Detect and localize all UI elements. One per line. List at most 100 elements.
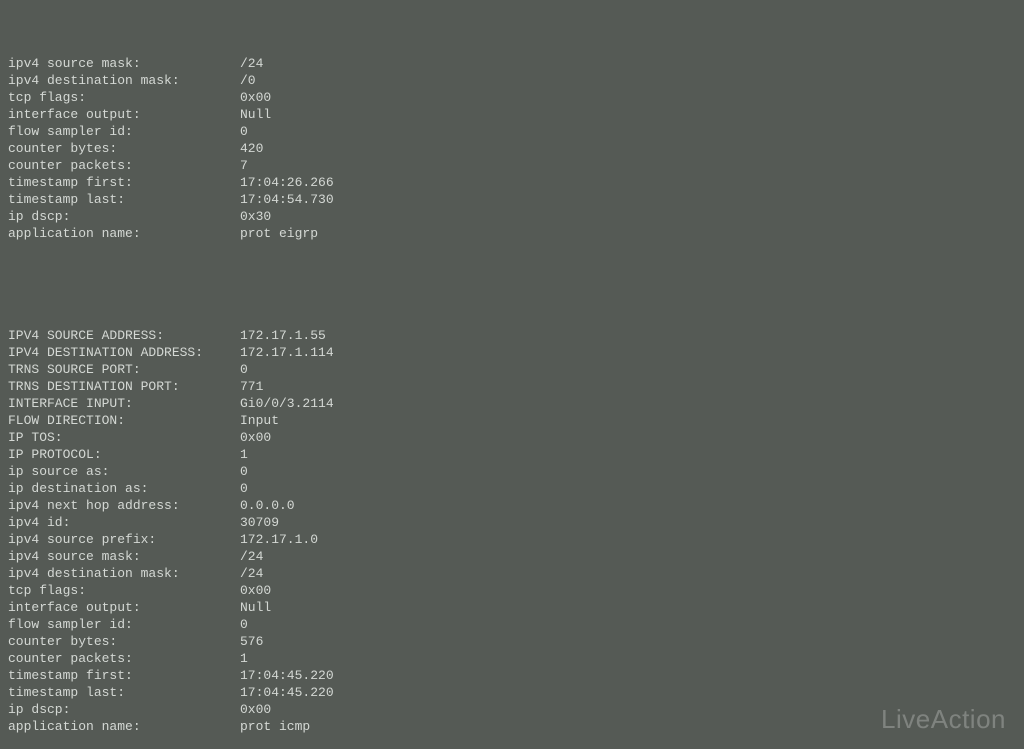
- field-value: /24: [240, 548, 263, 565]
- field-value: Null: [240, 106, 271, 123]
- blank-line: [8, 276, 1016, 293]
- field-label: ip destination as:: [8, 480, 240, 497]
- output-row: timestamp last:17:04:45.220: [8, 684, 1016, 701]
- output-row: IP PROTOCOL:1: [8, 446, 1016, 463]
- output-row: ipv4 source prefix:172.17.1.0: [8, 531, 1016, 548]
- output-row: ipv4 source mask:/24: [8, 55, 1016, 72]
- output-row: counter bytes:420: [8, 140, 1016, 157]
- field-label: application name:: [8, 718, 240, 735]
- field-label: timestamp last:: [8, 191, 240, 208]
- field-value: 0: [240, 463, 248, 480]
- output-row: INTERFACE INPUT:Gi0/0/3.2114: [8, 395, 1016, 412]
- field-value: Null: [240, 599, 271, 616]
- output-row: IPV4 SOURCE ADDRESS:172.17.1.55: [8, 327, 1016, 344]
- field-value: 17:04:54.730: [240, 191, 334, 208]
- field-label: ip dscp:: [8, 208, 240, 225]
- field-label: ipv4 source prefix:: [8, 531, 240, 548]
- output-row: ipv4 destination mask:/0: [8, 72, 1016, 89]
- field-value: 0: [240, 616, 248, 633]
- output-row: tcp flags:0x00: [8, 89, 1016, 106]
- field-value: 1: [240, 650, 248, 667]
- field-value: 0: [240, 361, 248, 378]
- output-row: timestamp first:17:04:26.266: [8, 174, 1016, 191]
- field-label: ipv4 destination mask:: [8, 72, 240, 89]
- field-label: flow sampler id:: [8, 616, 240, 633]
- output-row: application name:prot icmp: [8, 718, 1016, 735]
- output-row: ip destination as:0: [8, 480, 1016, 497]
- field-label: IP PROTOCOL:: [8, 446, 240, 463]
- output-row: application name:prot eigrp: [8, 225, 1016, 242]
- field-value: 172.17.1.55: [240, 327, 326, 344]
- output-row: ipv4 id:30709: [8, 514, 1016, 531]
- field-value: prot eigrp: [240, 225, 318, 242]
- output-row: ipv4 source mask:/24: [8, 548, 1016, 565]
- output-row: tcp flags:0x00: [8, 582, 1016, 599]
- field-value: Input: [240, 412, 279, 429]
- output-row: ip dscp:0x00: [8, 701, 1016, 718]
- field-label: tcp flags:: [8, 89, 240, 106]
- output-row: ip source as:0: [8, 463, 1016, 480]
- output-row: timestamp first:17:04:45.220: [8, 667, 1016, 684]
- field-value: 420: [240, 140, 263, 157]
- field-label: TRNS SOURCE PORT:: [8, 361, 240, 378]
- field-label: timestamp last:: [8, 684, 240, 701]
- field-value: 0x00: [240, 429, 271, 446]
- field-value: 771: [240, 378, 263, 395]
- field-value: 0.0.0.0: [240, 497, 295, 514]
- field-value: 0x00: [240, 582, 271, 599]
- output-row: timestamp last:17:04:54.730: [8, 191, 1016, 208]
- output-row: ipv4 next hop address:0.0.0.0: [8, 497, 1016, 514]
- field-value: 17:04:45.220: [240, 667, 334, 684]
- field-value: 1: [240, 446, 248, 463]
- field-label: ip dscp:: [8, 701, 240, 718]
- field-label: IPV4 DESTINATION ADDRESS:: [8, 344, 240, 361]
- output-row: counter packets:1: [8, 650, 1016, 667]
- field-label: tcp flags:: [8, 582, 240, 599]
- output-row: FLOW DIRECTION:Input: [8, 412, 1016, 429]
- field-label: ip source as:: [8, 463, 240, 480]
- output-row: counter bytes:576: [8, 633, 1016, 650]
- output-row: TRNS SOURCE PORT:0: [8, 361, 1016, 378]
- field-label: counter bytes:: [8, 633, 240, 650]
- field-value: 7: [240, 157, 248, 174]
- field-label: ipv4 next hop address:: [8, 497, 240, 514]
- output-row: interface output:Null: [8, 599, 1016, 616]
- field-value: 0x00: [240, 89, 271, 106]
- field-value: 0: [240, 123, 248, 140]
- flow-block-1: IPV4 SOURCE ADDRESS:172.17.1.55IPV4 DEST…: [8, 327, 1016, 735]
- field-label: counter packets:: [8, 650, 240, 667]
- field-value: 172.17.1.114: [240, 344, 334, 361]
- flow-block-0: ipv4 source mask:/24ipv4 destination mas…: [8, 55, 1016, 242]
- field-value: prot icmp: [240, 718, 310, 735]
- field-value: Gi0/0/3.2114: [240, 395, 334, 412]
- field-value: 576: [240, 633, 263, 650]
- field-label: ipv4 source mask:: [8, 55, 240, 72]
- field-label: INTERFACE INPUT:: [8, 395, 240, 412]
- field-value: /24: [240, 565, 263, 582]
- field-label: interface output:: [8, 106, 240, 123]
- field-label: timestamp first:: [8, 174, 240, 191]
- field-value: /0: [240, 72, 256, 89]
- field-label: ipv4 source mask:: [8, 548, 240, 565]
- field-label: counter packets:: [8, 157, 240, 174]
- field-value: 0x00: [240, 701, 271, 718]
- field-value: 17:04:45.220: [240, 684, 334, 701]
- output-row: flow sampler id:0: [8, 616, 1016, 633]
- field-value: 0: [240, 480, 248, 497]
- field-value: 0x30: [240, 208, 271, 225]
- terminal-output[interactable]: ipv4 source mask:/24ipv4 destination mas…: [0, 0, 1024, 749]
- field-value: 17:04:26.266: [240, 174, 334, 191]
- output-row: IP TOS:0x00: [8, 429, 1016, 446]
- field-label: FLOW DIRECTION:: [8, 412, 240, 429]
- field-label: counter bytes:: [8, 140, 240, 157]
- field-label: IP TOS:: [8, 429, 240, 446]
- field-value: /24: [240, 55, 263, 72]
- field-label: application name:: [8, 225, 240, 242]
- field-label: ipv4 id:: [8, 514, 240, 531]
- output-row: flow sampler id:0: [8, 123, 1016, 140]
- output-row: counter packets:7: [8, 157, 1016, 174]
- field-value: 30709: [240, 514, 279, 531]
- output-row: interface output:Null: [8, 106, 1016, 123]
- field-label: interface output:: [8, 599, 240, 616]
- field-value: 172.17.1.0: [240, 531, 318, 548]
